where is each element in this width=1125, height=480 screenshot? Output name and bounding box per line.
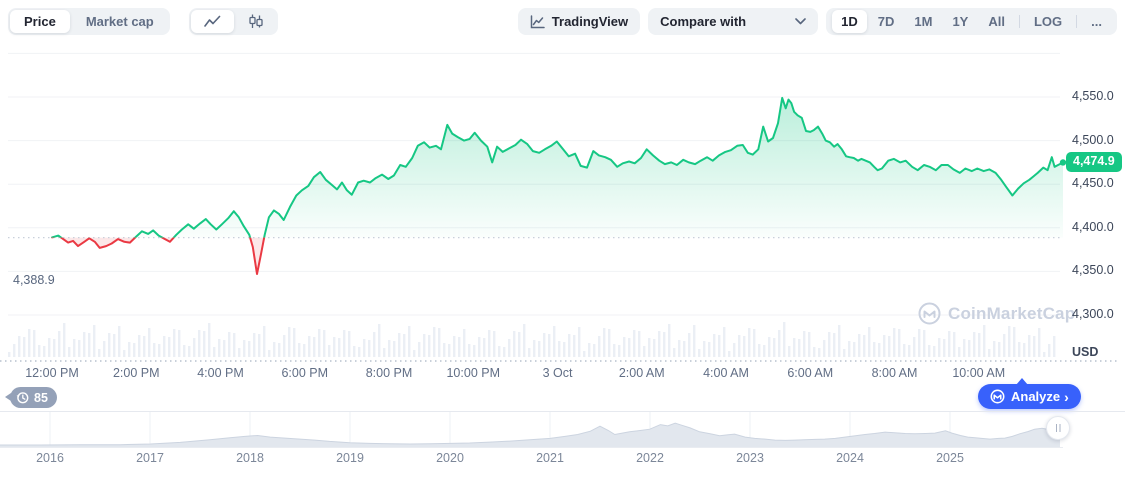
area-fill-up bbox=[52, 98, 1063, 274]
range-1y-button[interactable]: 1Y bbox=[943, 10, 977, 33]
tradingview-label: TradingView bbox=[552, 14, 628, 29]
x-axis-label: 8:00 PM bbox=[349, 366, 429, 380]
more-options-button[interactable]: ... bbox=[1082, 10, 1111, 33]
navigator-year-label: 2020 bbox=[420, 451, 480, 465]
divider bbox=[1076, 15, 1077, 28]
y-axis-label: 4,450.0 bbox=[1072, 176, 1114, 190]
x-axis-label: 10:00 AM bbox=[939, 366, 1019, 380]
price-chart-widget: Price Market cap bbox=[0, 0, 1125, 479]
metric-toggle-market-cap[interactable]: Market cap bbox=[72, 10, 168, 33]
y-axis-label: 4,400.0 bbox=[1072, 220, 1114, 234]
metric-toggle: Price Market cap bbox=[8, 8, 170, 35]
navigator-year-label: 2021 bbox=[520, 451, 580, 465]
y-axis-label: 4,550.0 bbox=[1072, 89, 1114, 103]
navigator-year-label: 2018 bbox=[220, 451, 280, 465]
grip-icon bbox=[1056, 424, 1058, 432]
divider bbox=[1019, 15, 1020, 28]
navigator-year-label: 2025 bbox=[920, 451, 980, 465]
open-price-label: 4,388.9 bbox=[13, 273, 55, 287]
x-axis-label: 2:00 AM bbox=[602, 366, 682, 380]
x-axis-label: 10:00 PM bbox=[433, 366, 513, 380]
range-all-button[interactable]: All bbox=[979, 10, 1014, 33]
price-line-chart[interactable] bbox=[0, 44, 1067, 360]
range-7d-button[interactable]: 7D bbox=[869, 10, 904, 33]
analyze-logo-icon bbox=[990, 389, 1005, 404]
x-axis-label: 6:00 AM bbox=[770, 366, 850, 380]
volume-bars bbox=[8, 322, 1055, 357]
coinmarketcap-watermark: CoinMarketCap bbox=[918, 302, 1075, 325]
x-axis-label: 2:00 PM bbox=[96, 366, 176, 380]
x-axis-label: 3 Oct bbox=[518, 366, 598, 380]
navigator-baseline bbox=[0, 447, 1063, 448]
y-axis: 4,550.0 4,500.0 4,450.0 4,400.0 4,350.0 4,300… bbox=[1067, 44, 1125, 360]
range-toggle: 1D7D1M1YAll LOG... bbox=[826, 8, 1117, 35]
navigator-year-axis: 2016 2017 2018 2019 2020 2021 2022 2023 2024 2025 bbox=[0, 451, 1063, 469]
watermark-label: CoinMarketCap bbox=[948, 304, 1075, 324]
price-chart-area: 4,388.9 CoinMarketCap 4,550.0 4,500.0 4,45… bbox=[0, 44, 1125, 380]
timeline-navigator[interactable]: 2016 2017 2018 2019 2020 2021 2022 2023 2024 2025 bbox=[0, 411, 1125, 480]
y-axis-label: 4,300.0 bbox=[1072, 307, 1114, 321]
navigator-resize-handle[interactable] bbox=[1046, 416, 1070, 440]
x-axis-label: 6:00 PM bbox=[265, 366, 345, 380]
x-axis-label: 12:00 PM bbox=[12, 366, 92, 380]
range-1m-button[interactable]: 1M bbox=[905, 10, 941, 33]
last-price-badge: 4,474.9 bbox=[1066, 152, 1122, 172]
history-clock-icon bbox=[15, 390, 30, 405]
navigator-minimap[interactable] bbox=[0, 412, 1063, 447]
x-axis-tick-marks bbox=[0, 360, 1117, 363]
chart-toolbar: Price Market cap bbox=[8, 8, 1117, 35]
analyze-chevron-icon: › bbox=[1064, 389, 1069, 405]
analyze-label: Analyze bbox=[1011, 389, 1060, 404]
chart-type-toggle bbox=[189, 8, 278, 35]
navigator-year-label: 2023 bbox=[720, 451, 780, 465]
navigator-year-label: 2022 bbox=[620, 451, 680, 465]
compare-with-dropdown[interactable]: Compare with bbox=[648, 8, 818, 35]
navigator-year-label: 2024 bbox=[820, 451, 880, 465]
candlestick-chart-type-button[interactable] bbox=[236, 10, 276, 33]
x-axis-label: 4:00 PM bbox=[181, 366, 261, 380]
x-axis-label: 4:00 AM bbox=[686, 366, 766, 380]
coinmarketcap-logo-icon bbox=[918, 302, 941, 325]
currency-label: USD bbox=[1072, 345, 1098, 359]
chevron-down-icon bbox=[795, 18, 806, 25]
navigator-year-label: 2016 bbox=[20, 451, 80, 465]
line-chart-type-button[interactable] bbox=[191, 10, 234, 33]
x-axis: 12:00 PM 2:00 PM 4:00 PM 6:00 PM 8:00 PM 10:0… bbox=[0, 366, 1067, 386]
tradingview-icon bbox=[530, 15, 545, 29]
tradingview-button[interactable]: TradingView bbox=[518, 8, 640, 35]
history-count-badge[interactable]: 85 bbox=[10, 387, 57, 408]
range-1d-button[interactable]: 1D bbox=[832, 10, 867, 33]
analyze-button[interactable]: Analyze › bbox=[978, 384, 1081, 409]
range-log-button[interactable]: LOG bbox=[1025, 10, 1071, 33]
navigator-year-label: 2019 bbox=[320, 451, 380, 465]
line-chart-icon bbox=[204, 15, 221, 29]
x-axis-label: 8:00 AM bbox=[855, 366, 935, 380]
history-count: 85 bbox=[34, 391, 48, 405]
navigator-year-label: 2017 bbox=[120, 451, 180, 465]
candlestick-icon bbox=[249, 14, 263, 29]
y-axis-label: 4,500.0 bbox=[1072, 133, 1114, 147]
compare-with-label: Compare with bbox=[660, 14, 746, 29]
y-axis-label: 4,350.0 bbox=[1072, 263, 1114, 277]
metric-toggle-price[interactable]: Price bbox=[10, 10, 70, 33]
